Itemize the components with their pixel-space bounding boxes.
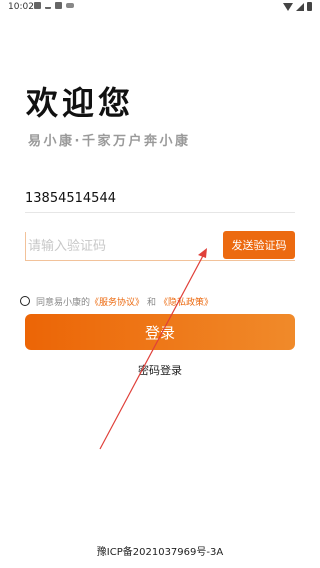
terms-link[interactable]: 《服务协议》 <box>90 295 144 308</box>
annotation-arrow-line <box>99 251 206 450</box>
download-icon <box>45 2 51 9</box>
privacy-link[interactable]: 《隐私政策》 <box>159 295 213 308</box>
agreement-checkbox[interactable] <box>20 296 30 306</box>
image-icon <box>34 2 41 9</box>
password-login-link[interactable]: 密码登录 <box>0 362 320 378</box>
notification-icon <box>55 2 62 9</box>
status-right-icons <box>283 2 312 11</box>
status-bar: 10:02 <box>0 0 320 14</box>
page-subtitle: 易小康·千家万户奔小康 <box>28 134 191 149</box>
page-title: 欢迎您 <box>26 84 135 122</box>
verification-code-row: 发送验证码 <box>25 231 295 261</box>
agreement-row: 同意易小康的 《服务协议》 和 《隐私政策》 <box>20 294 213 308</box>
signal-icon <box>296 2 304 11</box>
agreement-conjunction: 和 <box>147 297 157 308</box>
cat-icon <box>66 3 74 8</box>
status-left-icons <box>34 2 74 9</box>
status-time: 10:02 <box>8 2 34 12</box>
agreement-prefix: 同意易小康的 <box>36 297 91 308</box>
send-code-button[interactable]: 发送验证码 <box>223 231 295 259</box>
phone-value: 13854514544 <box>25 191 116 206</box>
wifi-icon <box>283 2 293 11</box>
battery-icon <box>307 2 312 11</box>
phone-field[interactable]: 13854514544 <box>25 186 295 213</box>
icp-footer: 豫ICP备2021037969号-3A <box>96 547 224 558</box>
login-button[interactable]: 登录 <box>25 314 295 350</box>
verification-code-input[interactable] <box>25 232 218 260</box>
